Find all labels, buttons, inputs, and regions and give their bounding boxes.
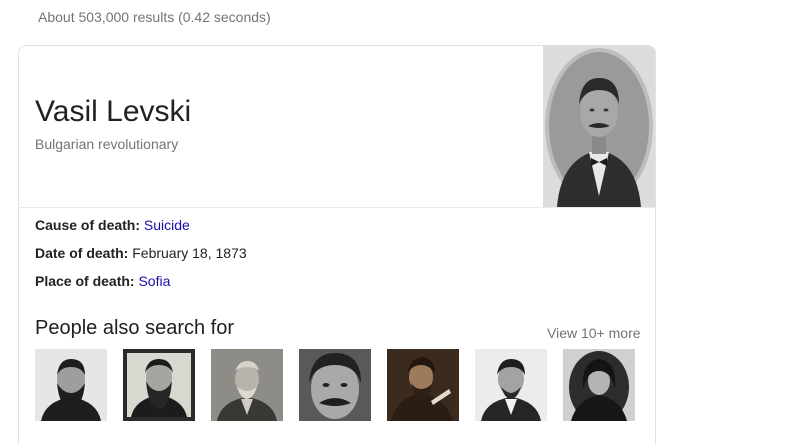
fact-value: February 18, 1873: [132, 245, 247, 261]
entity-portrait-image[interactable]: [543, 46, 655, 207]
person-portrait-icon: [387, 349, 459, 421]
view-more-link[interactable]: View 10+ more: [547, 325, 641, 341]
related-person-thumbnail[interactable]: [563, 349, 635, 421]
related-person-thumbnail[interactable]: [123, 349, 195, 421]
result-stats: About 503,000 results (0.42 seconds): [38, 9, 271, 25]
person-portrait-icon: [299, 349, 371, 421]
person-portrait-icon: [475, 349, 547, 421]
fact-date-of-death: Date of death: February 18, 1873: [35, 244, 247, 272]
fact-place-of-death: Place of death: Sofia: [35, 272, 247, 300]
related-person-thumbnail[interactable]: [211, 349, 283, 421]
knowledge-panel: Vasil Levski Bulgarian revolutionary Cau…: [18, 45, 656, 445]
related-person-thumbnail[interactable]: [475, 349, 547, 421]
entity-subtitle: Bulgarian revolutionary: [35, 136, 179, 152]
people-also-search-carousel: [35, 349, 655, 421]
related-person-thumbnail[interactable]: [35, 349, 107, 421]
fact-label: Date of death:: [35, 245, 133, 261]
related-person-thumbnail[interactable]: [299, 349, 371, 421]
people-also-search-heading: People also search for: [35, 317, 235, 339]
person-portrait-icon: [123, 349, 195, 421]
knowledge-panel-header: Vasil Levski Bulgarian revolutionary: [19, 46, 655, 208]
fact-label: Cause of death:: [35, 217, 144, 233]
person-portrait-icon: [211, 349, 283, 421]
related-person-thumbnail[interactable]: [387, 349, 459, 421]
fact-value-link[interactable]: Sofia: [138, 273, 170, 289]
portrait-photo-icon: [543, 46, 655, 207]
facts-section: Cause of death: Suicide Date of death: F…: [35, 216, 247, 300]
fact-label: Place of death:: [35, 273, 139, 289]
fact-cause-of-death: Cause of death: Suicide: [35, 216, 247, 244]
person-portrait-icon: [35, 349, 107, 421]
person-portrait-icon: [563, 349, 635, 421]
fact-value-link[interactable]: Suicide: [144, 217, 190, 233]
entity-title: Vasil Levski: [35, 95, 192, 128]
